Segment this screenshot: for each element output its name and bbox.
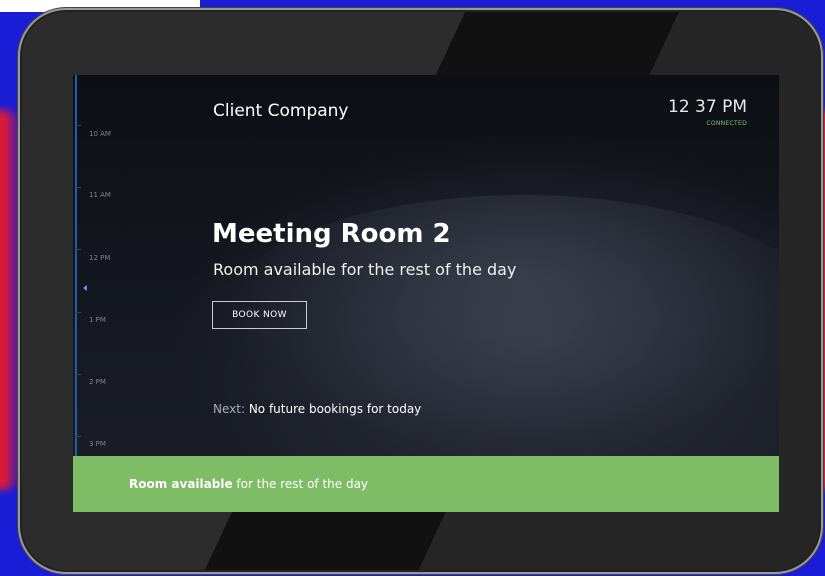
timeline-tick: [75, 312, 81, 313]
room-display-screen: 10 AM 11 AM 12 PM 1 PM 2 PM 3 PM Client …: [73, 75, 779, 512]
footer-status-rest: for the rest of the day: [236, 477, 369, 491]
next-booking-label: Next:: [213, 402, 245, 416]
current-time: 12 37 PM: [668, 97, 747, 117]
next-booking: Next: No future bookings for today: [213, 402, 421, 416]
timeline-label: 12 PM: [89, 254, 111, 262]
timeline-tick: [75, 374, 81, 375]
timeline-tick: [75, 125, 81, 126]
timeline-tick: [75, 436, 81, 437]
footer-status-strong: Room available: [129, 477, 233, 491]
timeline-label: 10 AM: [89, 130, 111, 138]
room-title: Meeting Room 2: [212, 219, 451, 249]
connection-status: CONNECTED: [706, 120, 747, 127]
book-now-button[interactable]: BOOK NOW: [212, 301, 307, 329]
timeline-tick: [75, 249, 81, 250]
footer-status-text: Room available for the rest of the day: [129, 477, 368, 491]
timeline-label: 3 PM: [89, 440, 106, 448]
timeline-bar: [75, 75, 77, 456]
schedule-timeline[interactable]: 10 AM 11 AM 12 PM 1 PM 2 PM 3 PM: [73, 75, 133, 456]
timeline-label: 2 PM: [89, 378, 106, 386]
status-footer: Room available for the rest of the day: [73, 456, 779, 512]
next-booking-text: No future bookings for today: [248, 402, 422, 416]
company-name: Client Company: [213, 101, 349, 121]
timeline-label: 1 PM: [89, 316, 106, 324]
timeline-label: 11 AM: [89, 191, 111, 199]
availability-message: Room available for the rest of the day: [213, 260, 517, 279]
current-time-marker-icon: [83, 285, 87, 291]
timeline-tick: [75, 187, 81, 188]
